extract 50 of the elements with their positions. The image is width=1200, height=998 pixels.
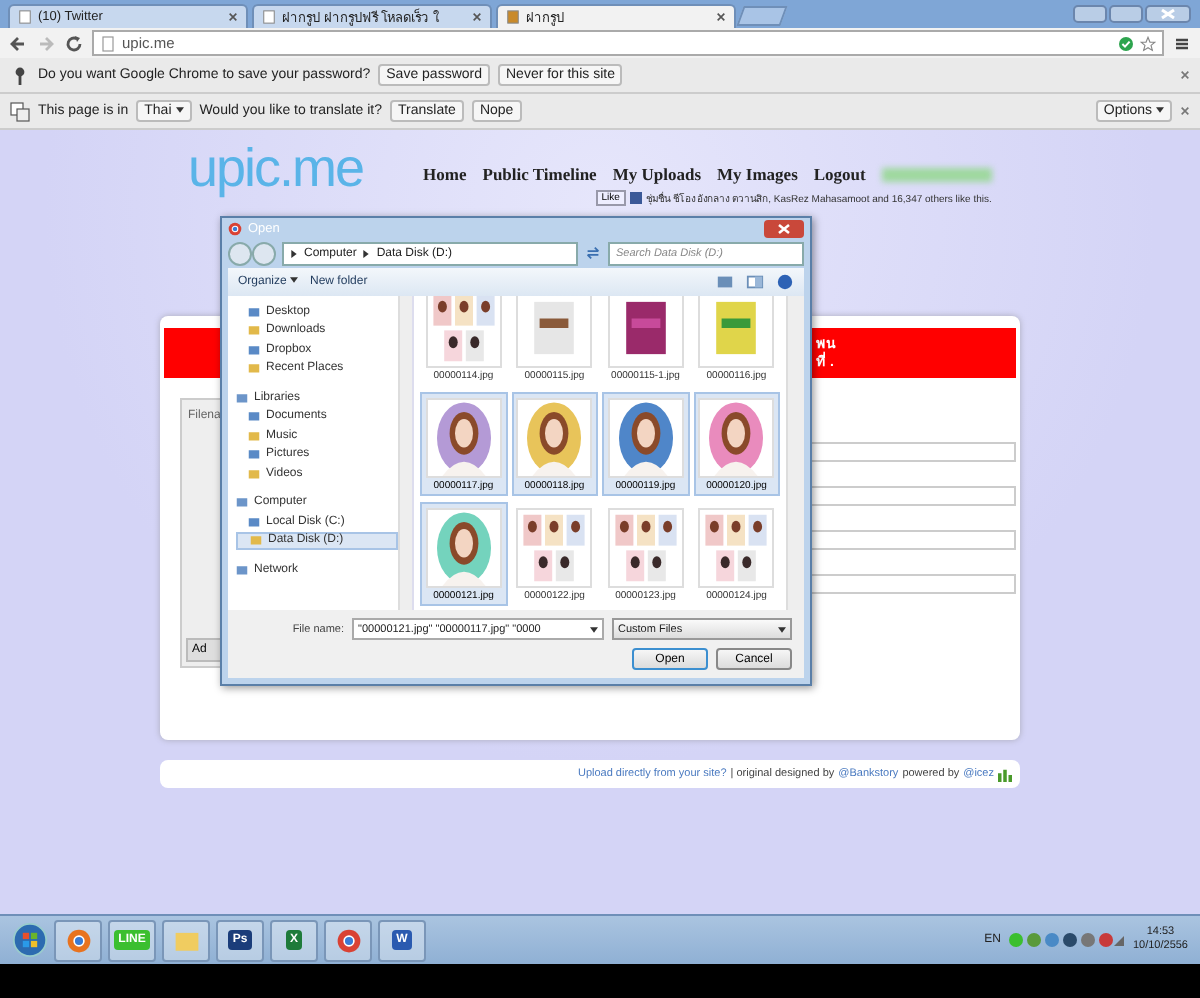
nav-link[interactable]: Home [423, 164, 467, 184]
scrollbar[interactable] [398, 296, 412, 610]
caret-icon [175, 106, 184, 115]
caret-icon [290, 249, 298, 257]
menu-icon[interactable] [1172, 33, 1192, 53]
view-icon[interactable] [716, 274, 734, 290]
page-icon [262, 10, 276, 24]
close-icon[interactable] [1180, 106, 1190, 116]
page-icon [18, 10, 32, 24]
translate-icon [10, 101, 30, 121]
folder-icon [236, 563, 248, 576]
start-button[interactable] [12, 922, 48, 958]
nav-link[interactable]: Logout [813, 164, 866, 184]
chart-icon [998, 767, 1012, 781]
check-icon [1118, 35, 1134, 51]
preview-pane-icon[interactable] [746, 274, 764, 290]
back-icon[interactable] [8, 33, 28, 53]
star-icon[interactable] [1140, 35, 1156, 51]
caret-icon [778, 625, 786, 633]
close-icon[interactable] [1180, 70, 1190, 80]
blurred-username [881, 167, 992, 181]
close-icon[interactable] [764, 219, 804, 237]
taskbar-app[interactable] [324, 919, 372, 961]
page-icon [506, 10, 520, 24]
folder-icon [173, 927, 199, 953]
taskbar-app[interactable] [162, 919, 210, 961]
close-icon[interactable] [228, 12, 238, 22]
chrome-icon [228, 221, 242, 235]
close-icon[interactable] [716, 12, 726, 22]
facebook-icon [629, 192, 642, 204]
scrollbar[interactable] [786, 296, 804, 610]
caret-icon [1156, 106, 1164, 115]
reload-icon[interactable] [64, 33, 84, 53]
new-tab-button[interactable] [736, 6, 788, 26]
window-controls-icon[interactable] [1072, 4, 1192, 24]
browser-icon [65, 927, 91, 953]
key-icon [10, 65, 30, 85]
page-icon [100, 35, 116, 51]
nav-link[interactable]: My Uploads [612, 164, 702, 184]
nav-link[interactable]: Public Timeline [482, 164, 597, 184]
caret-icon [290, 276, 299, 285]
nav-link[interactable]: My Images [717, 164, 798, 184]
caret-icon [590, 625, 598, 633]
caret-icon [362, 249, 371, 257]
back-forward-icon[interactable] [228, 241, 276, 265]
close-icon[interactable] [472, 12, 482, 22]
refresh-icon[interactable] [584, 244, 602, 262]
taskbar-app[interactable] [54, 919, 102, 961]
tray-icons[interactable] [1006, 930, 1127, 950]
browser-icon [335, 927, 361, 953]
